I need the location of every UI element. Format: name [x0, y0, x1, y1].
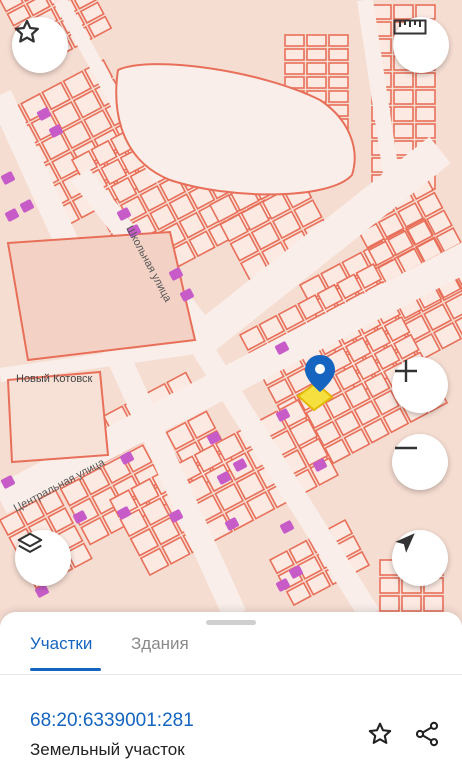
navigation-arrow-icon [395, 533, 415, 553]
sheet-favorite-button[interactable] [364, 718, 396, 750]
favorite-button[interactable] [12, 17, 68, 73]
sheet-grabber[interactable] [206, 620, 256, 625]
ruler-button[interactable] [393, 17, 449, 73]
layers-icon [17, 532, 43, 553]
cadastral-map[interactable]: Школьная улица Центральная улица Новый К… [0, 0, 462, 625]
share-button[interactable] [411, 718, 443, 750]
cadastral-number[interactable]: 68:20:6339001:281 [30, 710, 194, 732]
square-area-2 [6, 370, 110, 464]
sheet-divider [0, 674, 462, 675]
star-outline-icon [15, 19, 39, 43]
parcel-bottom-sheet[interactable]: Участки Здания 68:20:6339001:281 Земельн… [0, 612, 462, 767]
plus-icon [395, 360, 417, 382]
tab-parcels[interactable]: Участки [30, 634, 92, 654]
zoom-in-button[interactable] [392, 357, 448, 413]
star-outline-icon [368, 722, 392, 744]
layers-button[interactable] [15, 530, 71, 586]
ruler-icon [393, 19, 427, 35]
share-icon [415, 721, 439, 747]
locality-label: Новый Котовск [16, 373, 93, 385]
parcel-type: Земельный участок [30, 740, 185, 759]
minus-icon [395, 446, 417, 450]
tab-buildings[interactable]: Здания [131, 634, 189, 654]
my-location-button[interactable] [392, 530, 448, 586]
active-tab-indicator [30, 668, 101, 671]
zoom-out-button[interactable] [392, 434, 448, 490]
